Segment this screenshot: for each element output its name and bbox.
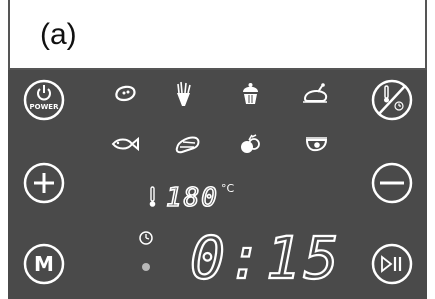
preset-fish[interactable]: [111, 136, 139, 152]
preset-shrimp[interactable]: [305, 137, 328, 152]
plus-icon: [34, 173, 54, 193]
cupcake-icon: [243, 83, 258, 104]
thermometer-indicator: [149, 186, 156, 207]
temperature-readout: 180: [166, 183, 219, 213]
start-pause-button[interactable]: [371, 243, 413, 285]
fish-icon: [111, 136, 139, 152]
power-icon: [37, 85, 51, 101]
temp-timer-button[interactable]: [371, 79, 413, 121]
time-readout: 0:15: [190, 224, 342, 292]
vegetables-icon: [241, 134, 260, 153]
preset-cupcake[interactable]: [243, 83, 258, 104]
status-dot: [142, 263, 150, 271]
steak-icon: [115, 85, 136, 102]
power-button[interactable]: POWER: [23, 79, 65, 121]
timer-indicator-icon: [139, 231, 153, 245]
power-label: POWER: [30, 103, 60, 111]
ribs-icon: [175, 136, 200, 154]
preset-chicken[interactable]: [303, 83, 328, 103]
preset-fries[interactable]: [177, 81, 191, 106]
temperature-unit: °C: [221, 182, 235, 195]
chicken-icon: [303, 83, 328, 103]
preset-ribs[interactable]: [175, 136, 200, 154]
menu-button[interactable]: M: [23, 243, 65, 285]
shrimp-icon: [305, 137, 328, 152]
plus-button[interactable]: [23, 162, 65, 204]
menu-label: M: [34, 252, 54, 276]
fries-icon: [177, 81, 191, 106]
preset-vegetables[interactable]: [241, 134, 260, 153]
play-pause-icon: [381, 255, 402, 273]
preset-steak[interactable]: [115, 85, 136, 102]
minus-button[interactable]: [371, 162, 413, 204]
panel-graphics: POWER M 180 °C 0:15: [23, 79, 413, 293]
